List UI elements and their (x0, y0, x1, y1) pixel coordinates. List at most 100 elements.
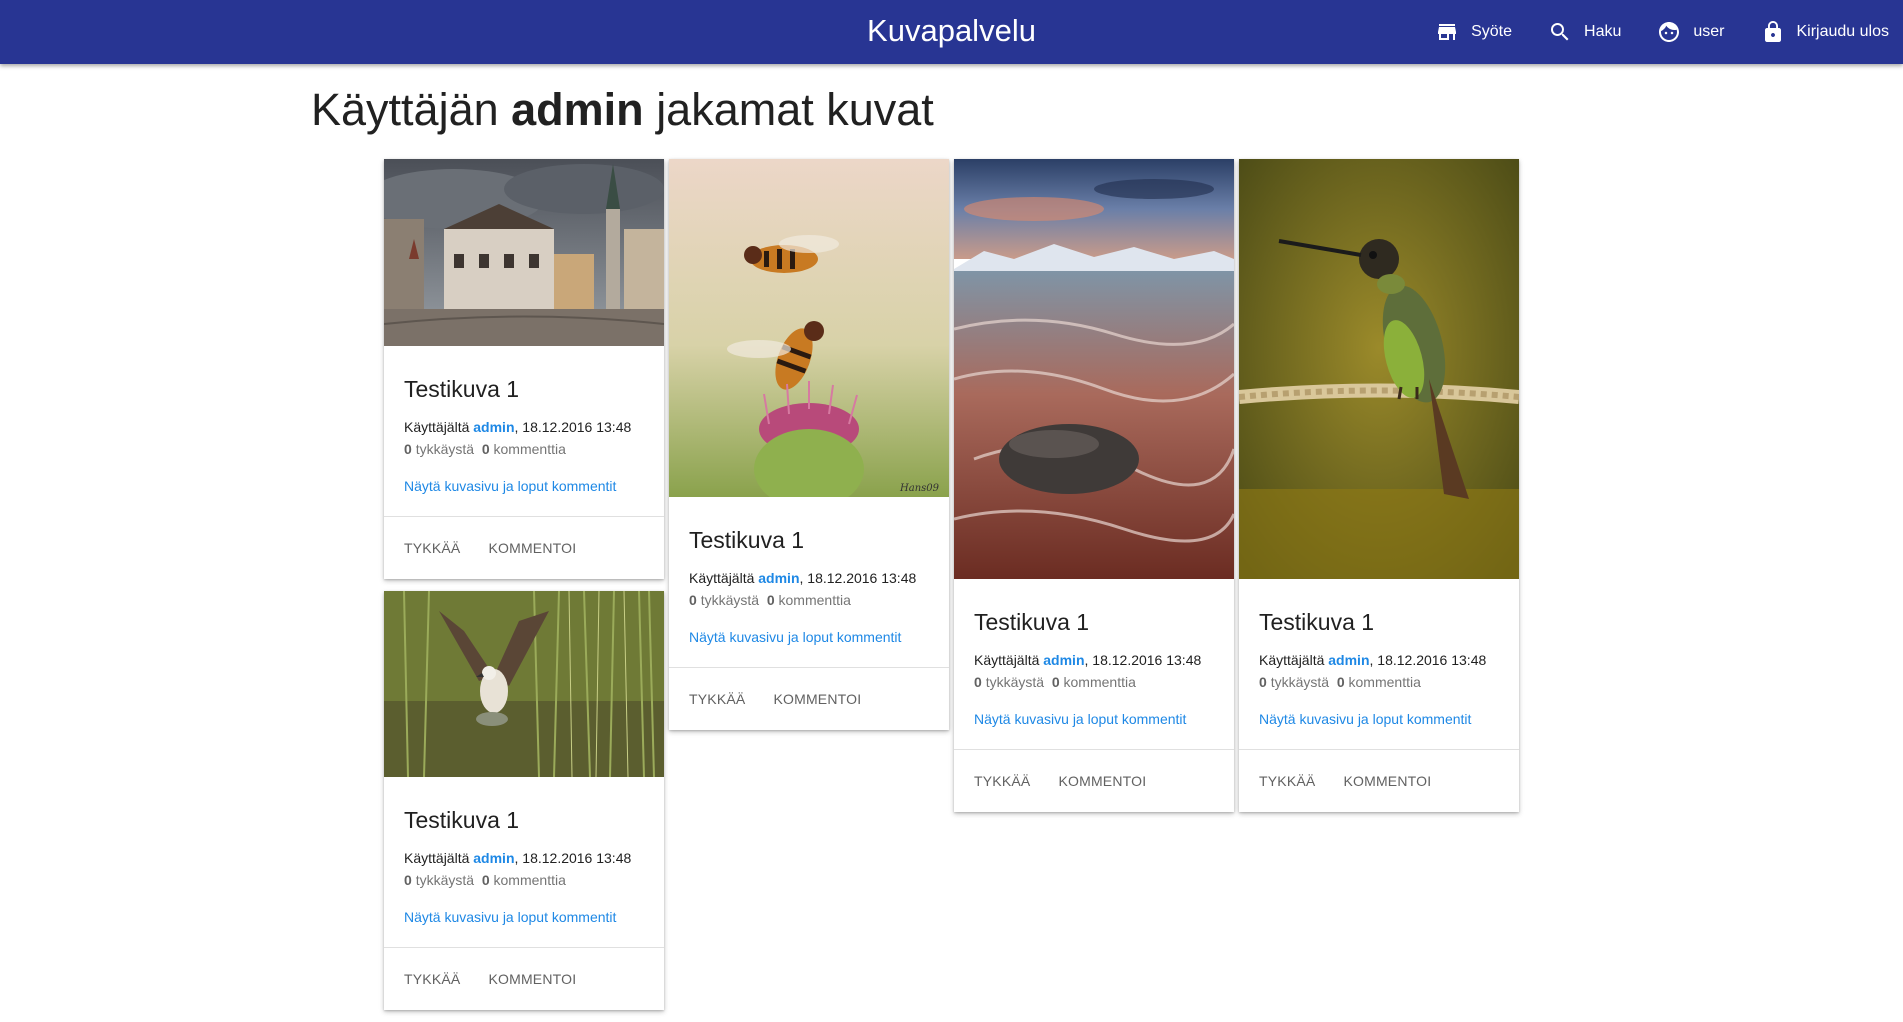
card-counts: 0 tykkäystä 0 kommenttia (974, 671, 1214, 693)
likes-label: tykkäystä (700, 592, 760, 608)
view-photo-link[interactable]: Näytä kuvasivu ja loput kommentit (404, 476, 644, 516)
comments-count: 0 (481, 872, 490, 888)
card-meta: Käyttäjältä admin, 18.12.2016 13:48 (974, 649, 1214, 671)
card-meta: Käyttäjältä admin, 18.12.2016 13:48 (689, 567, 929, 589)
card-title[interactable]: Testikuva 1 (404, 805, 644, 835)
view-photo-link[interactable]: Näytä kuvasivu ja loput kommentit (689, 627, 929, 667)
column-4: Testikuva 1 Käyttäjältä admin, 18.12.201… (1239, 159, 1519, 824)
card-actions: TYKKÄÄ KOMMENTOI (384, 516, 664, 579)
top-nav: Syöte Haku user Kirjaudu ulos (1399, 0, 1889, 64)
card-body: Testikuva 1 Käyttäjältä admin, 18.12.201… (1239, 579, 1519, 749)
comments-count: 0 (481, 441, 490, 457)
nav-user-label: user (1693, 23, 1725, 40)
like-button[interactable]: TYKKÄÄ (1245, 767, 1329, 795)
card-counts: 0 tykkäystä 0 kommenttia (1259, 671, 1499, 693)
author-link[interactable]: admin (1328, 652, 1369, 668)
comment-button[interactable]: KOMMENTOI (474, 534, 590, 562)
post-date: , 18.12.2016 13:48 (514, 850, 632, 866)
nav-logout[interactable]: Kirjaudu ulos (1761, 0, 1890, 64)
face-icon (1659, 22, 1680, 42)
comments-label: kommenttia (493, 872, 566, 888)
comments-label: kommenttia (778, 592, 851, 608)
likes-count: 0 (974, 674, 982, 690)
nav-feed-label: Syöte (1471, 23, 1513, 40)
author-link[interactable]: admin (473, 419, 514, 435)
lock-icon (1764, 21, 1781, 42)
comment-button[interactable]: KOMMENTOI (474, 965, 590, 993)
by-label: Käyttäjältä (404, 850, 470, 866)
card-title[interactable]: Testikuva 1 (689, 525, 929, 555)
card-meta: Käyttäjältä admin, 18.12.2016 13:48 (1259, 649, 1499, 671)
card-body: Testikuva 1 Käyttäjältä admin, 18.12.201… (384, 777, 664, 947)
column-3: Testikuva 1 Käyttäjältä admin, 18.12.201… (954, 159, 1234, 824)
nav-search-label: Haku (1584, 23, 1622, 40)
comment-button[interactable]: KOMMENTOI (759, 685, 875, 713)
column-1: Testikuva 1 Käyttäjältä admin, 18.12.201… (384, 159, 664, 1022)
photo-hummingbird (1239, 159, 1519, 579)
store-icon (1438, 24, 1457, 40)
nav-feed[interactable]: Syöte (1435, 0, 1512, 64)
post-date: , 18.12.2016 13:48 (1084, 652, 1202, 668)
author-link[interactable]: admin (758, 570, 799, 586)
comments-label: kommenttia (1348, 674, 1421, 690)
comments-label: kommenttia (493, 441, 566, 457)
card-image-hummingbird[interactable] (1239, 159, 1519, 579)
comments-count: 0 (766, 592, 775, 608)
card-actions: TYKKÄÄ KOMMENTOI (669, 667, 949, 730)
nav-user[interactable]: user (1657, 0, 1725, 64)
card-body: Testikuva 1 Käyttäjältä admin, 18.12.201… (669, 497, 949, 667)
card-image-shore[interactable] (954, 159, 1234, 579)
photo-tallinn (384, 159, 664, 346)
likes-label: tykkäystä (985, 674, 1045, 690)
photo-card: Testikuva 1 Käyttäjältä admin, 18.12.201… (384, 591, 664, 1010)
likes-label: tykkäystä (1270, 674, 1330, 690)
likes-count: 0 (404, 441, 412, 457)
photo-card: Testikuva 1 Käyttäjältä admin, 18.12.201… (384, 159, 664, 579)
photo-card: Hans09 Testikuva 1 Käyttäjältä admin, 18… (669, 159, 949, 730)
app-bar: Kuvapalvelu Syöte Haku user Kirjaudu ulo… (0, 0, 1903, 64)
photo-shore (954, 159, 1234, 579)
post-date: , 18.12.2016 13:48 (799, 570, 917, 586)
comment-button[interactable]: KOMMENTOI (1329, 767, 1445, 795)
like-button[interactable]: TYKKÄÄ (390, 965, 474, 993)
card-actions: TYKKÄÄ KOMMENTOI (954, 749, 1234, 812)
nav-search[interactable]: Haku (1548, 0, 1621, 64)
comment-button[interactable]: KOMMENTOI (1044, 767, 1160, 795)
view-photo-link[interactable]: Näytä kuvasivu ja loput kommentit (1259, 709, 1499, 749)
nav-logout-label: Kirjaudu ulos (1796, 23, 1890, 40)
likes-label: tykkäystä (415, 441, 475, 457)
column-2: Hans09 Testikuva 1 Käyttäjältä admin, 18… (669, 159, 949, 742)
card-image-hoverflies[interactable]: Hans09 (669, 159, 949, 497)
comments-label: kommenttia (1063, 674, 1136, 690)
photo-card: Testikuva 1 Käyttäjältä admin, 18.12.201… (954, 159, 1234, 812)
card-title[interactable]: Testikuva 1 (974, 607, 1214, 637)
like-button[interactable]: TYKKÄÄ (390, 534, 474, 562)
by-label: Käyttäjältä (974, 652, 1040, 668)
likes-count: 0 (1259, 674, 1267, 690)
card-actions: TYKKÄÄ KOMMENTOI (384, 947, 664, 1010)
card-counts: 0 tykkäystä 0 kommenttia (689, 589, 929, 611)
photo-card: Testikuva 1 Käyttäjältä admin, 18.12.201… (1239, 159, 1519, 812)
card-meta: Käyttäjältä admin, 18.12.2016 13:48 (404, 416, 644, 438)
like-button[interactable]: TYKKÄÄ (675, 685, 759, 713)
search-icon (1551, 23, 1569, 41)
card-body: Testikuva 1 Käyttäjältä admin, 18.12.201… (384, 346, 664, 516)
view-photo-link[interactable]: Näytä kuvasivu ja loput kommentit (974, 709, 1214, 749)
card-counts: 0 tykkäystä 0 kommenttia (404, 438, 644, 460)
card-image-osprey[interactable] (384, 591, 664, 777)
card-actions: TYKKÄÄ KOMMENTOI (1239, 749, 1519, 812)
author-link[interactable]: admin (1043, 652, 1084, 668)
like-button[interactable]: TYKKÄÄ (960, 767, 1044, 795)
card-title[interactable]: Testikuva 1 (404, 374, 644, 404)
card-title[interactable]: Testikuva 1 (1259, 607, 1499, 637)
view-photo-link[interactable]: Näytä kuvasivu ja loput kommentit (404, 907, 644, 947)
card-counts: 0 tykkäystä 0 kommenttia (404, 869, 644, 891)
by-label: Käyttäjältä (404, 419, 470, 435)
likes-count: 0 (404, 872, 412, 888)
page-title: Käyttäjän admin jakamat kuvat (311, 80, 934, 140)
svg-text:Hans09: Hans09 (899, 483, 940, 494)
likes-count: 0 (689, 592, 697, 608)
card-image-tallinn[interactable] (384, 159, 664, 346)
author-link[interactable]: admin (473, 850, 514, 866)
post-date: , 18.12.2016 13:48 (1369, 652, 1487, 668)
